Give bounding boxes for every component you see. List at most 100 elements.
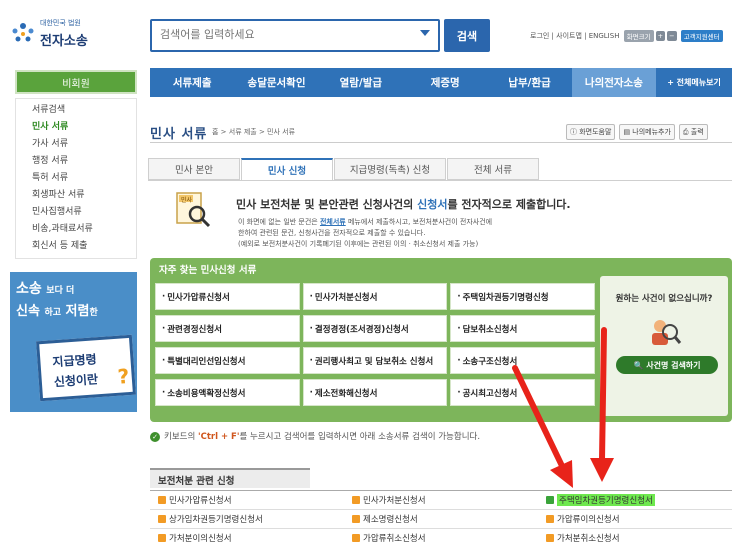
nav-item-my-ecourt[interactable]: 나의전자소송: [571, 68, 657, 97]
tab-civil-main[interactable]: 민사 본안: [148, 158, 240, 180]
nav-item-all-menu[interactable]: + 전체메뉴보기: [656, 68, 732, 97]
document-table: 민사가압류신청서 민사가처분신청서 주택임차권등기명령신청서 상가임차권등기명령…: [150, 490, 732, 545]
document-icon: [546, 515, 554, 523]
frequent-item[interactable]: 소송비용액확정신청서: [155, 379, 300, 406]
frequent-item[interactable]: 주택임차권등기명령신청: [450, 283, 595, 310]
nav-item-delivery[interactable]: 송달문서확인: [234, 68, 318, 97]
sidebar-item-noncontentious[interactable]: 비송,과태료서류: [16, 221, 136, 238]
document-link[interactable]: 민사가압류신청서: [150, 491, 344, 509]
my-menu-label: 나의메뉴추가: [632, 128, 671, 136]
search-input[interactable]: [160, 28, 400, 41]
tab-all-documents[interactable]: 전체 서류: [447, 158, 539, 180]
intro-headline-highlight: 신청서: [417, 198, 448, 211]
tab-divider: [148, 180, 732, 181]
intro-headline-post: 를 전자적으로 제출합니다.: [447, 198, 571, 211]
frequent-item[interactable]: 소송구조신청서: [450, 347, 595, 374]
tab-payment-order[interactable]: 지급명령(독촉) 신청: [334, 158, 446, 180]
frequent-item[interactable]: 민사가압류신청서: [155, 283, 300, 310]
logo-subtitle: 대한민국 법원: [40, 19, 81, 27]
frequent-item[interactable]: 관련경정신청서: [155, 315, 300, 342]
frequent-item[interactable]: 제소전화해신청서: [302, 379, 448, 406]
sidebar-menu: 서류검색 민사 서류 가사 서류 행정 서류 특허 서류 회생파산 서류 민사집…: [15, 98, 137, 259]
nav-item-payment[interactable]: 납부/환급: [487, 68, 571, 97]
sidebar-item-bankruptcy[interactable]: 회생파산 서류: [16, 187, 136, 204]
court-logo-icon[interactable]: [8, 18, 38, 48]
notice-key: 'Ctrl + F': [197, 432, 240, 442]
sidebar-item-doc-search[interactable]: 서류검색: [16, 102, 136, 119]
payment-order-banner[interactable]: 소송 보다 더 신속 하고 저렴한 지급명령 신청이란 ?: [10, 272, 137, 412]
page-title: 민사 서류: [150, 127, 208, 142]
nav-item-certificate[interactable]: 제증명: [403, 68, 487, 97]
nav-item-submit[interactable]: 서류제출: [150, 68, 234, 97]
my-menu-button[interactable]: ▤ 나의메뉴추가: [619, 124, 675, 140]
document-label: 제소명령신청서: [363, 515, 418, 525]
banner-text-suffix: 한: [89, 308, 98, 318]
case-search-question: 원하는 사건이 없으십니까?: [615, 294, 713, 304]
printer-icon: ⎙: [682, 128, 691, 136]
intro-line1-pre: 이 화면에 없는 일반 문건은: [238, 218, 320, 226]
search-button[interactable]: 검색: [444, 19, 490, 52]
document-link[interactable]: 가압류이의신청서: [538, 510, 732, 528]
document-link[interactable]: 민사가처분신청서: [344, 491, 538, 509]
remote-support-button[interactable]: 고객지원센터: [680, 30, 723, 42]
sidebar-item-family[interactable]: 가사 서류: [16, 136, 136, 153]
document-link[interactable]: 상가임차권등기명령신청서: [150, 510, 344, 528]
frequent-item[interactable]: 특별대리인선임신청서: [155, 347, 300, 374]
document-link[interactable]: 가처분이의신청서: [150, 529, 344, 545]
notice-pre: 키보드의: [164, 432, 198, 442]
sidebar-item-reply[interactable]: 회신서 등 제출: [16, 238, 136, 255]
menu-add-icon: ▤: [623, 128, 633, 136]
chevron-down-icon[interactable]: [420, 30, 430, 36]
banner-card-line1: 지급명령: [52, 352, 98, 370]
frequent-item[interactable]: 결정경정(조서경정)신청서: [302, 315, 448, 342]
nav-item-view[interactable]: 열람/발급: [319, 68, 403, 97]
document-search-icon: 민사: [175, 190, 215, 230]
zoom-out-button[interactable]: −: [667, 31, 677, 41]
case-name-search-button[interactable]: 🔍 사건명 검색하기: [616, 356, 718, 374]
top-links: 로그인 | 사이트맵 | ENGLISH 화면크기 + − 고객지원센터: [530, 30, 723, 42]
frequent-documents-title: 자주 찾는 민사신청 서류: [159, 265, 257, 276]
frequent-documents-grid: 민사가압류신청서 민사가처분신청서 주택임차권등기명령신청 관련경정신청서 결정…: [155, 283, 595, 406]
document-link[interactable]: 제소명령신청서: [344, 510, 538, 528]
document-icon: [158, 515, 166, 523]
top-utility-links[interactable]: 로그인 | 사이트맵 | ENGLISH: [530, 32, 619, 40]
document-link[interactable]: 가압류취소신청서: [344, 529, 538, 545]
intro-line-3: (예외로 보전처분사건이 기록폐기된 이후에는 관련된 이의 · 취소신청서 제…: [238, 240, 479, 248]
tab-bar: 민사 본안 민사 신청 지급명령(독촉) 신청 전체 서류: [148, 158, 540, 180]
case-name-search-label: 사건명 검색하기: [646, 360, 701, 370]
intro-line-1: 이 화면에 없는 일반 문건은 전체서류 메뉴에서 제출하시고, 보전처분사건이…: [238, 217, 492, 227]
font-size-label: 화면크기: [623, 30, 654, 42]
main-nav: 서류제출 송달문서확인 열람/발급 제증명 납부/환급 나의전자소송 + 전체메…: [150, 68, 732, 97]
document-link[interactable]: 가처분취소신청서: [538, 529, 732, 545]
document-label: 가처분취소신청서: [557, 534, 620, 544]
banner-card: 지급명령 신청이란 ?: [36, 334, 136, 402]
document-icon: [546, 496, 554, 504]
sidebar-item-admin[interactable]: 행정 서류: [16, 153, 136, 170]
help-button[interactable]: ⓘ 화면도움말: [566, 124, 616, 140]
document-link-highlighted[interactable]: 주택임차권등기명령신청서: [538, 491, 732, 509]
frequent-item[interactable]: 권리행사최고 및 담보취소 신청서: [302, 347, 448, 374]
print-label: 출력: [690, 128, 704, 136]
banner-text-lawsuit: 소송: [16, 281, 42, 297]
intro-icon-label: 민사: [181, 197, 193, 204]
title-divider: [150, 142, 732, 143]
document-label: 가압류취소신청서: [363, 534, 426, 544]
help-icon: ⓘ: [570, 128, 580, 136]
frequent-item[interactable]: 민사가처분신청서: [302, 283, 448, 310]
frequent-item[interactable]: 공시최고신청서: [450, 379, 595, 406]
banner-card-line2: 신청이란: [53, 372, 99, 390]
all-documents-link[interactable]: 전체서류: [320, 218, 346, 226]
sidebar-item-patent[interactable]: 특허 서류: [16, 170, 136, 187]
print-button[interactable]: ⎙ 출력: [678, 124, 708, 140]
table-row: 민사가압류신청서 민사가처분신청서 주택임차권등기명령신청서: [150, 491, 732, 510]
tab-civil-application[interactable]: 민사 신청: [241, 158, 333, 180]
frequent-item[interactable]: 담보취소신청서: [450, 315, 595, 342]
intro-line-2: 한하여 관련된 문건, 신청사건을 전자적으로 제출할 수 있습니다.: [238, 229, 426, 237]
sidebar-item-civil[interactable]: 민사 서류: [16, 119, 136, 136]
document-icon: [352, 515, 360, 523]
logo-title[interactable]: 전자소송: [40, 30, 88, 49]
info-bullet-icon: ✓: [150, 431, 160, 442]
zoom-in-button[interactable]: +: [655, 31, 666, 41]
help-label: 화면도움말: [579, 128, 612, 136]
sidebar-item-execution[interactable]: 민사집행서류: [16, 204, 136, 221]
